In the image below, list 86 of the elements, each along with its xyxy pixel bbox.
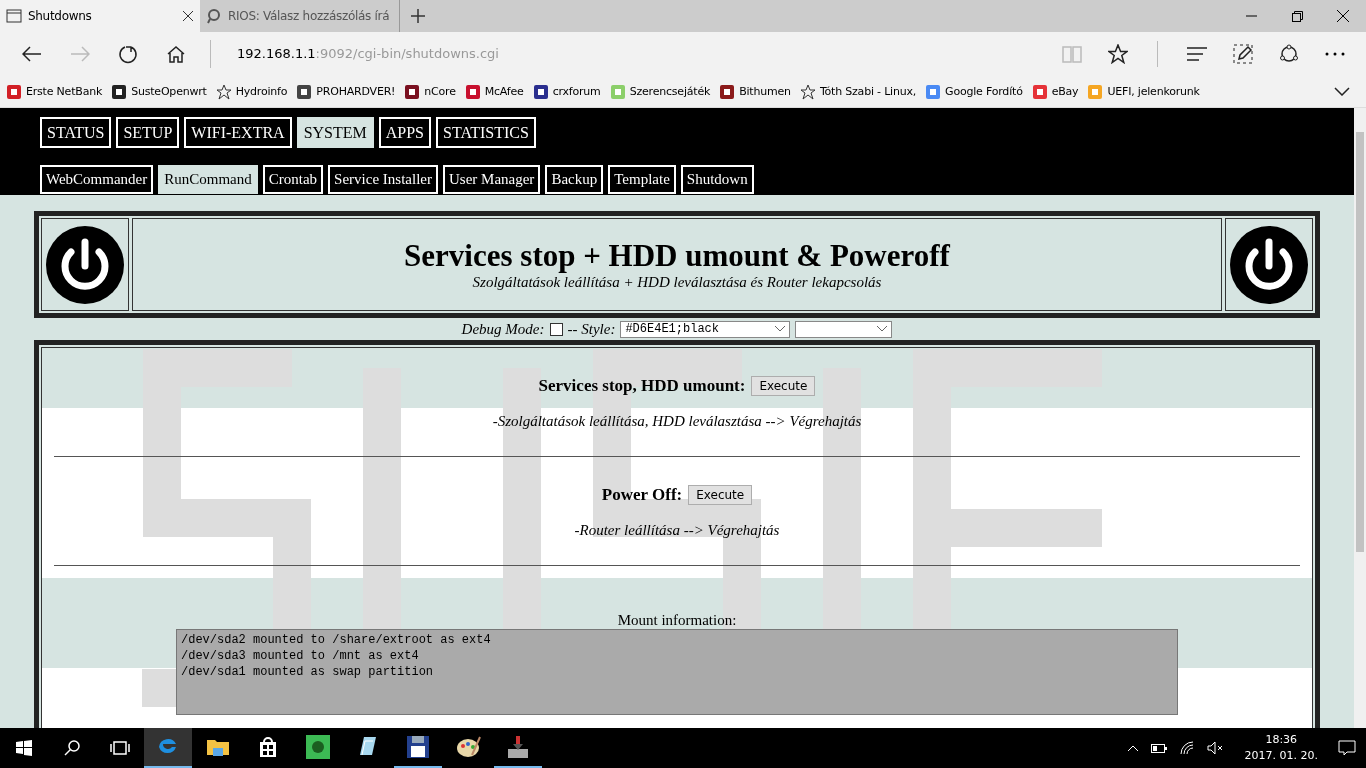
- page-title: Services stop + HDD umount & Poweroff: [404, 238, 950, 274]
- elephant-tile-icon: [304, 733, 332, 761]
- style-label: -- Style:: [567, 320, 616, 338]
- favorite-link[interactable]: Hydroinfo: [235, 85, 288, 98]
- star-icon: [799, 83, 816, 100]
- submenu-tab[interactable]: Service Installer: [328, 165, 438, 194]
- chevron-down-icon[interactable]: [1334, 87, 1350, 96]
- speech-bubble-icon: [206, 8, 222, 24]
- action-label: Services stop, HDD umount:: [538, 376, 746, 396]
- menu-lines-icon[interactable]: [1187, 47, 1207, 61]
- submenu-tab[interactable]: User Manager: [443, 165, 541, 194]
- favorite-link[interactable]: Tóth Szabi - Linux,: [819, 85, 917, 98]
- favorite-link[interactable]: Szerencsejáték: [629, 85, 711, 98]
- action-label: Power Off:: [601, 485, 683, 505]
- favorite-link[interactable]: UEFI, jelenkorunk: [1107, 85, 1200, 98]
- menu-tab[interactable]: STATISTICS: [436, 117, 536, 148]
- favorite-link[interactable]: PROHARDVER!: [316, 85, 396, 98]
- submenu-tab[interactable]: RunCommand: [158, 165, 258, 194]
- page-icon: [6, 9, 22, 23]
- page-subtitle: Szolgáltatások leállítása + HDD leválasztása és Router lekapcsolás: [472, 274, 882, 291]
- site-icon: [296, 83, 313, 100]
- action-description: -Router leállítása --> Végrehajtás: [573, 522, 781, 539]
- battery-icon[interactable]: [1150, 743, 1167, 753]
- style-dropdown[interactable]: #D6E4E1;black: [620, 320, 791, 338]
- new-tab-icon[interactable]: [410, 8, 426, 24]
- more-icon[interactable]: [1325, 52, 1345, 56]
- submenu-tab[interactable]: Shutdown: [680, 165, 754, 194]
- back-arrow-icon[interactable]: [22, 46, 42, 62]
- close-icon[interactable]: [1337, 10, 1349, 22]
- secondary-dropdown[interactable]: [795, 320, 893, 338]
- windows-logo-icon[interactable]: [16, 740, 32, 756]
- site-icon: [6, 83, 22, 100]
- favorite-link[interactable]: Erste NetBank: [26, 85, 103, 98]
- scrollbar-thumb[interactable]: [1356, 132, 1364, 552]
- favorite-link[interactable]: eBay: [1051, 85, 1079, 98]
- notification-icon[interactable]: [1338, 740, 1356, 756]
- site-icon: [532, 83, 549, 100]
- close-icon[interactable]: [182, 10, 194, 22]
- refresh-icon[interactable]: [118, 44, 138, 64]
- submenu-tab[interactable]: Crontab: [262, 165, 324, 194]
- clock[interactable]: 18:36 2017. 01. 20.: [1244, 732, 1318, 764]
- menu-tab[interactable]: WIFI-EXTRA: [184, 117, 292, 148]
- menu-tab[interactable]: SETUP: [116, 117, 180, 148]
- pen-note-icon[interactable]: [1233, 44, 1253, 64]
- minimize-icon[interactable]: [1245, 15, 1257, 17]
- submenu-tab[interactable]: Backup: [545, 165, 604, 194]
- debug-label: Debug Mode:: [461, 320, 545, 338]
- home-icon[interactable]: [167, 45, 185, 63]
- favorite-link[interactable]: Google Fordító: [945, 85, 1023, 98]
- favorite-link[interactable]: nCore: [424, 85, 456, 98]
- browser-tab[interactable]: Shutdowns: [0, 0, 200, 32]
- restore-icon[interactable]: [1291, 10, 1303, 22]
- site-icon: [609, 83, 626, 100]
- execute-button[interactable]: Execute: [688, 485, 753, 505]
- site-icon: [464, 83, 481, 100]
- wifi-icon[interactable]: [1178, 741, 1195, 755]
- favorite-link[interactable]: crxforum: [552, 85, 601, 98]
- site-icon: [719, 83, 736, 100]
- star-icon[interactable]: [1108, 44, 1128, 64]
- site-icon: [404, 83, 421, 100]
- favorite-link[interactable]: Bithumen: [739, 85, 791, 98]
- menu-tab[interactable]: APPS: [378, 117, 431, 148]
- search-icon[interactable]: [64, 740, 80, 756]
- power-icon: [1230, 225, 1308, 304]
- task-view-icon[interactable]: [110, 740, 130, 756]
- menu-tab[interactable]: STATUS: [40, 117, 112, 148]
- muted-speaker-icon[interactable]: [1206, 741, 1225, 755]
- star-icon: [215, 83, 232, 100]
- site-icon: [1031, 83, 1048, 100]
- power-icon: [46, 225, 124, 304]
- site-icon: [925, 83, 942, 100]
- execute-button[interactable]: Execute: [751, 376, 816, 396]
- favorite-link[interactable]: SusteOpenwrt: [131, 85, 207, 98]
- debug-checkbox[interactable]: [549, 322, 563, 336]
- taskbar-app[interactable]: [144, 728, 192, 768]
- action-description: -Szolgáltatások leállítása, HDD leválasztása --> Végrehajtás: [491, 413, 863, 430]
- site-icon: [1087, 83, 1104, 100]
- site-icon: [111, 83, 128, 100]
- submenu-tab[interactable]: Template: [608, 165, 676, 194]
- menu-tab[interactable]: SYSTEM: [296, 117, 374, 148]
- submenu-tab[interactable]: WebCommander: [40, 165, 154, 194]
- mount-text-area[interactable]: /dev/sda2 mounted to /share/extroot as ext4 /dev/sda3 mounted to /mnt as ext4 /dev/sda1 mounted as swap partition: [176, 629, 1178, 715]
- mount-label: Mount information:: [616, 612, 738, 629]
- favorite-link[interactable]: McAfee: [484, 85, 524, 98]
- share-icon[interactable]: [1279, 44, 1299, 64]
- chevron-up-icon[interactable]: [1126, 744, 1139, 752]
